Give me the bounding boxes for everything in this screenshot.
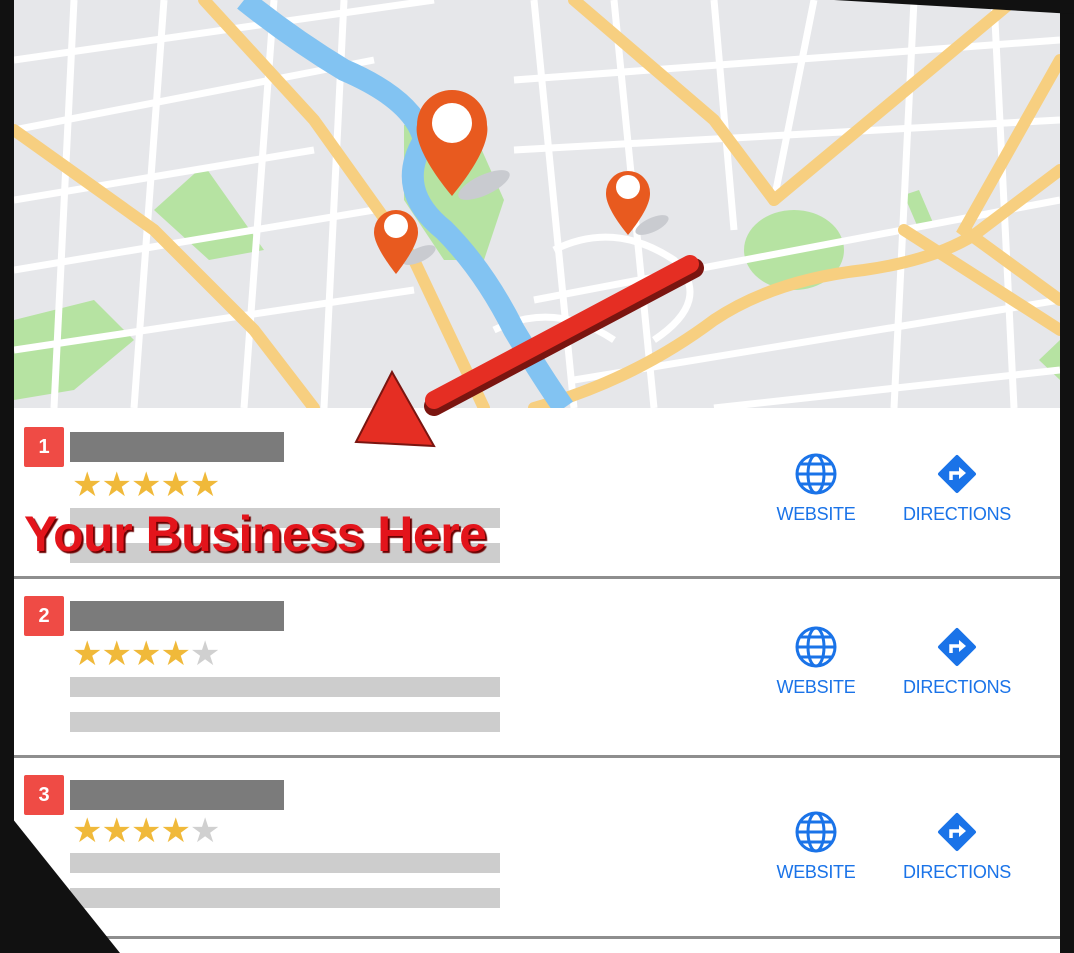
rank-badge: 2 [24,596,64,636]
website-button[interactable]: WEBSITE [756,810,876,883]
directions-button[interactable]: DIRECTIONS [897,625,1017,698]
globe-icon [795,626,837,668]
directions-button[interactable]: DIRECTIONS [897,810,1017,883]
map-view[interactable] [14,0,1060,408]
website-label: WEBSITE [776,862,856,882]
stars-filled: ★★★★ [72,635,191,673]
directions-button[interactable]: DIRECTIONS [897,452,1017,525]
info-placeholder [70,712,500,732]
stars-filled: ★★★★★ [72,466,220,504]
rank-badge: 1 [24,427,64,467]
river [237,0,573,408]
directions-icon [938,628,976,666]
frame-corner [0,803,120,953]
directions-label: DIRECTIONS [902,504,1011,524]
website-label: WEBSITE [776,677,856,697]
listing-3[interactable]: 3 ★★★★★ WEBSITE DIRECTIONS [14,758,1060,939]
star-rating: ★★★★★ [72,466,220,504]
directions-icon [938,813,976,851]
website-button[interactable]: WEBSITE [756,625,876,698]
stars-empty: ★ [189,812,221,850]
listing-2[interactable]: 2 ★★★★★ WEBSITE DIRECTIONS [14,579,1060,758]
address-placeholder [70,677,500,697]
globe-icon [795,453,837,495]
address-placeholder [70,853,500,873]
info-placeholder [70,888,500,908]
stars-empty: ★ [189,635,221,673]
globe-icon [795,811,837,853]
business-name-placeholder[interactable] [70,601,284,631]
local-pack-panel: 1 ★★★★★ Your Business Here WEBSITE DIREC… [14,0,1060,953]
website-button[interactable]: WEBSITE [756,452,876,525]
directions-label: DIRECTIONS [902,677,1011,697]
directions-icon [938,455,976,493]
promo-text: Your Business Here [24,506,487,562]
listing-1[interactable]: 1 ★★★★★ Your Business Here WEBSITE DIREC… [14,408,1060,579]
website-label: WEBSITE [776,504,856,524]
star-rating: ★★★★★ [72,635,221,673]
directions-label: DIRECTIONS [902,862,1011,882]
business-name-placeholder[interactable] [70,432,284,462]
map-canvas [14,0,1060,408]
frame-corner [834,0,1074,14]
